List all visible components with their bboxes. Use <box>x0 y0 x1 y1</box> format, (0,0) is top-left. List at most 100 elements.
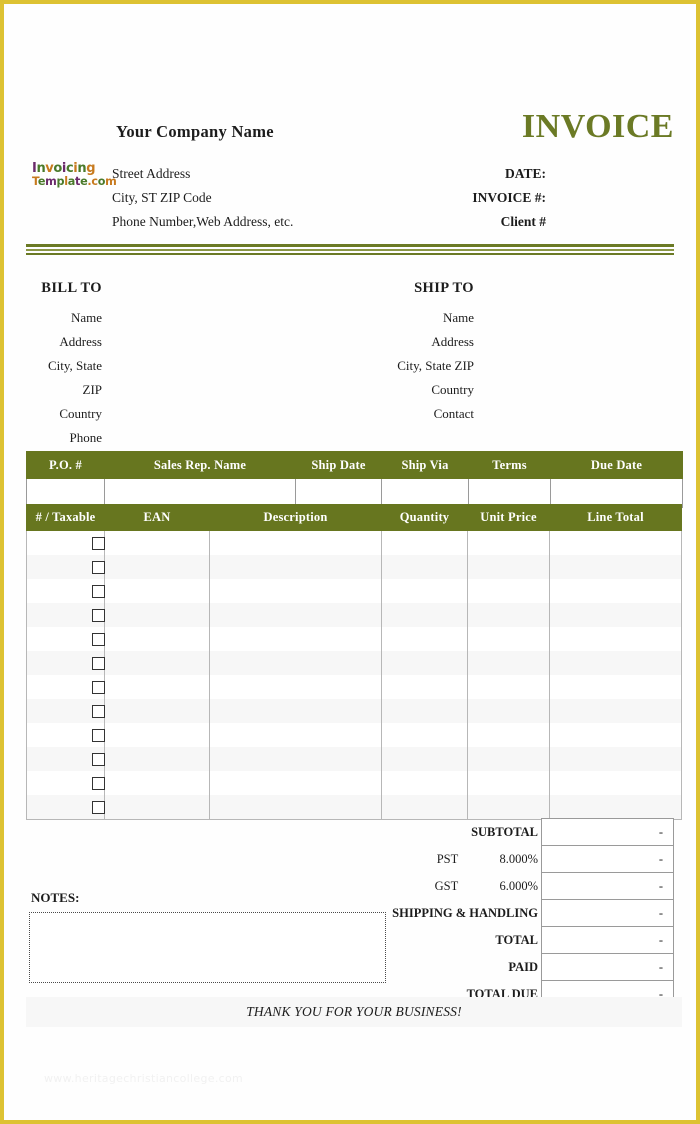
cell-quantity[interactable] <box>381 627 468 651</box>
cell-ean[interactable] <box>104 579 210 603</box>
value-subtotal[interactable]: - <box>541 818 674 846</box>
cell-ean[interactable] <box>104 771 210 795</box>
bill-to-name[interactable]: Name <box>26 306 102 330</box>
cell-unit-price[interactable] <box>467 651 550 675</box>
cell-quantity[interactable] <box>381 530 468 555</box>
cell-ean[interactable] <box>104 747 210 771</box>
taxable-checkbox-cell[interactable] <box>90 771 105 795</box>
cell-description[interactable] <box>209 627 382 651</box>
ship-to-contact[interactable]: Contact <box>354 402 474 426</box>
cell-row-number[interactable] <box>26 555 91 579</box>
bill-to-phone[interactable]: Phone <box>26 426 103 450</box>
checkbox-icon[interactable] <box>91 608 105 622</box>
cell-description[interactable] <box>209 747 382 771</box>
cell-quantity[interactable] <box>381 771 468 795</box>
taxable-checkbox-cell[interactable] <box>90 723 105 747</box>
cell-quantity[interactable] <box>381 603 468 627</box>
cell-unit-price[interactable] <box>467 555 550 579</box>
checkbox-icon[interactable] <box>91 656 105 670</box>
cell-row-number[interactable] <box>26 530 91 555</box>
cell-quantity[interactable] <box>381 699 468 723</box>
cell-line-total[interactable] <box>549 651 682 675</box>
cell-ean[interactable] <box>104 795 210 820</box>
taxable-checkbox-cell[interactable] <box>90 627 105 651</box>
cell-description[interactable] <box>209 675 382 699</box>
cell-line-total[interactable] <box>549 723 682 747</box>
ship-to-city-state-zip[interactable]: City, State ZIP <box>354 354 474 378</box>
cell-row-number[interactable] <box>26 651 91 675</box>
cell-description[interactable] <box>209 603 382 627</box>
taxable-checkbox-cell[interactable] <box>90 747 105 771</box>
cell-unit-price[interactable] <box>467 603 550 627</box>
value-paid[interactable]: - <box>541 953 674 981</box>
cell-ean[interactable] <box>104 530 210 555</box>
checkbox-icon[interactable] <box>91 632 105 646</box>
checkbox-icon[interactable] <box>91 704 105 718</box>
cell-unit-price[interactable] <box>467 530 550 555</box>
ship-to-country[interactable]: Country <box>354 378 474 402</box>
cell-ean[interactable] <box>104 555 210 579</box>
cell-ean[interactable] <box>104 675 210 699</box>
cell-description[interactable] <box>209 771 382 795</box>
cell-line-total[interactable] <box>549 555 682 579</box>
cell-unit-price[interactable] <box>467 723 550 747</box>
cell-unit-price[interactable] <box>467 627 550 651</box>
cell-ean[interactable] <box>104 723 210 747</box>
ship-to-name[interactable]: Name <box>354 306 474 330</box>
taxable-checkbox-cell[interactable] <box>90 651 105 675</box>
cell-unit-price[interactable] <box>467 747 550 771</box>
taxable-checkbox-cell[interactable] <box>90 675 105 699</box>
rate-pst[interactable]: 8.000% <box>464 846 541 873</box>
cell-unit-price[interactable] <box>467 699 550 723</box>
taxable-checkbox-cell[interactable] <box>90 795 105 820</box>
cell-description[interactable] <box>209 530 382 555</box>
cell-quantity[interactable] <box>381 747 468 771</box>
cell-description[interactable] <box>209 723 382 747</box>
cell-unit-price[interactable] <box>467 579 550 603</box>
checkbox-icon[interactable] <box>91 536 105 550</box>
cell-quantity[interactable] <box>381 795 468 820</box>
cell-row-number[interactable] <box>26 579 91 603</box>
invoicing-template-logo[interactable]: Invoicing Template.com <box>32 162 117 187</box>
cell-description[interactable] <box>209 699 382 723</box>
value-shipping-handling[interactable]: - <box>541 899 674 927</box>
cell-line-total[interactable] <box>549 771 682 795</box>
checkbox-icon[interactable] <box>91 584 105 598</box>
checkbox-icon[interactable] <box>91 800 105 814</box>
cell-description[interactable] <box>209 579 382 603</box>
cell-line-total[interactable] <box>549 579 682 603</box>
checkbox-icon[interactable] <box>91 728 105 742</box>
cell-unit-price[interactable] <box>467 795 550 820</box>
cell-line-total[interactable] <box>549 675 682 699</box>
value-pst[interactable]: - <box>541 845 674 873</box>
cell-unit-price[interactable] <box>467 675 550 699</box>
value-total[interactable]: - <box>541 926 674 954</box>
cell-row-number[interactable] <box>26 771 91 795</box>
cell-description[interactable] <box>209 795 382 820</box>
bill-to-country[interactable]: Country <box>26 402 102 426</box>
cell-line-total[interactable] <box>549 699 682 723</box>
cell-ean[interactable] <box>104 699 210 723</box>
cell-ean[interactable] <box>104 651 210 675</box>
taxable-checkbox-cell[interactable] <box>90 699 105 723</box>
cell-quantity[interactable] <box>381 675 468 699</box>
taxable-checkbox-cell[interactable] <box>90 530 105 555</box>
taxable-checkbox-cell[interactable] <box>90 603 105 627</box>
cell-row-number[interactable] <box>26 627 91 651</box>
cell-row-number[interactable] <box>26 675 91 699</box>
cell-line-total[interactable] <box>549 530 682 555</box>
checkbox-icon[interactable] <box>91 752 105 766</box>
cell-line-total[interactable] <box>549 627 682 651</box>
cell-row-number[interactable] <box>26 723 91 747</box>
notes-input[interactable] <box>29 912 386 983</box>
bill-to-city-state-zip[interactable]: City, State ZIP <box>26 354 102 402</box>
cell-line-total[interactable] <box>549 795 682 820</box>
cell-row-number[interactable] <box>26 603 91 627</box>
taxable-checkbox-cell[interactable] <box>90 555 105 579</box>
bill-to-address[interactable]: Address <box>26 330 102 354</box>
rate-gst[interactable]: 6.000% <box>464 873 541 900</box>
checkbox-icon[interactable] <box>91 560 105 574</box>
cell-row-number[interactable] <box>26 699 91 723</box>
checkbox-icon[interactable] <box>91 776 105 790</box>
cell-description[interactable] <box>209 651 382 675</box>
